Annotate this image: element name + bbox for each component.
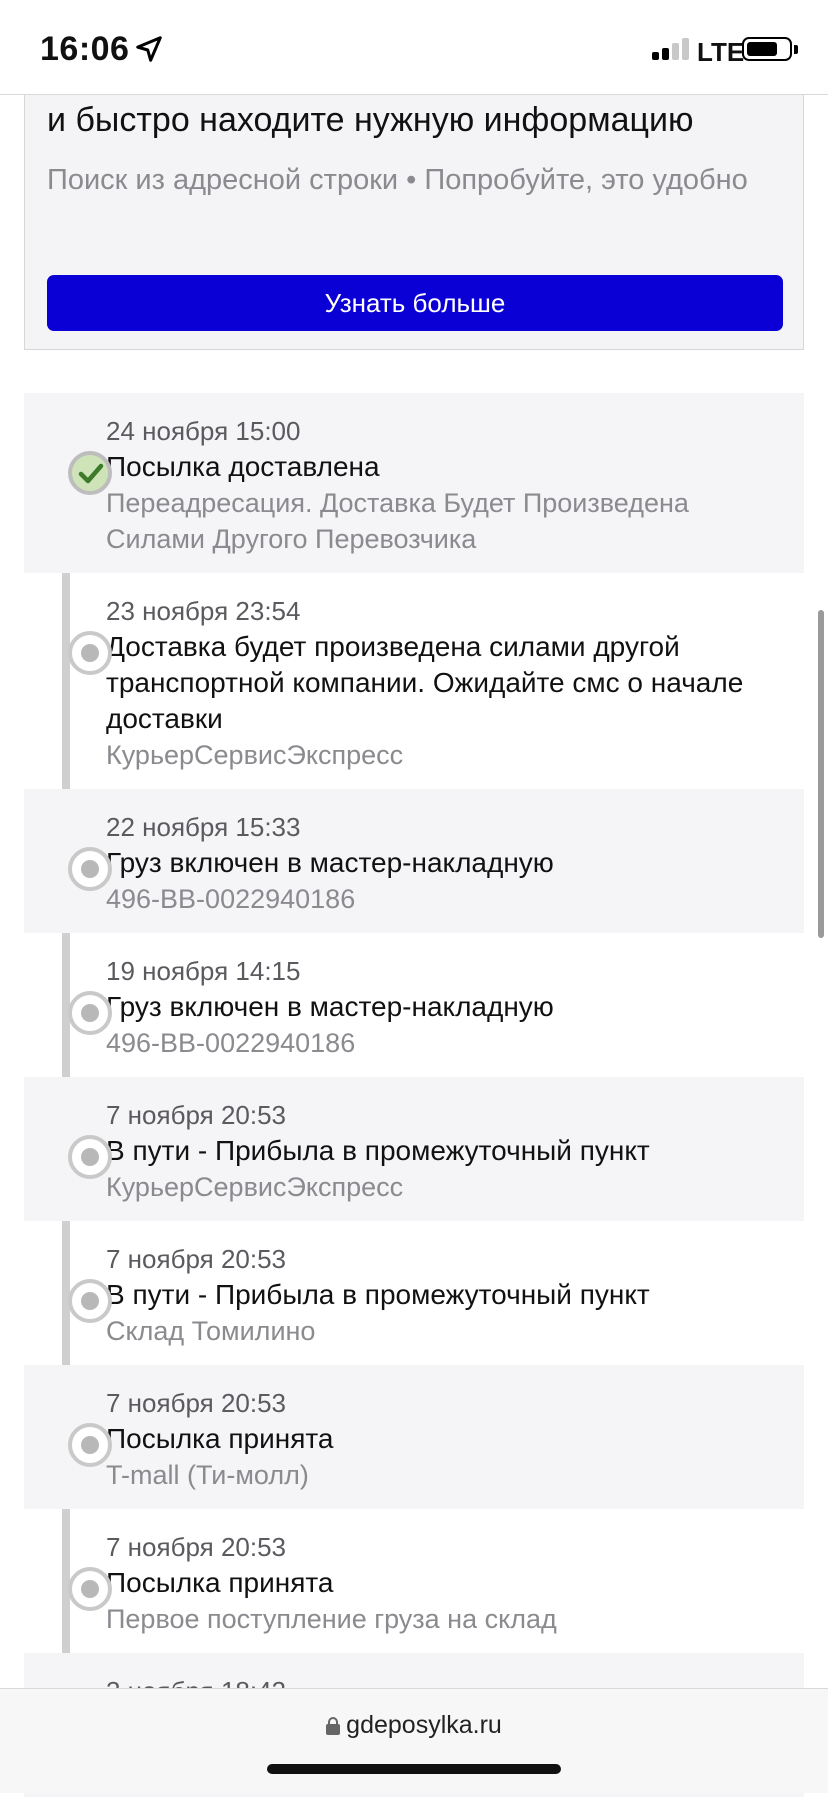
timeline-dot-icon xyxy=(68,1567,112,1611)
status-bar: 16:06 LTE xyxy=(0,0,828,95)
event-location: Склад Томилино xyxy=(106,1316,316,1346)
event-title: Посылка принята xyxy=(106,1567,334,1598)
address-bar[interactable]: gdeposylka.ru xyxy=(0,1711,828,1740)
timeline-event: 7 ноября 20:53 В пути - Прибыла в промежу… xyxy=(24,1077,804,1221)
event-location: Переадресация. Доставка Будет Произведен… xyxy=(106,488,689,554)
timeline-dot-icon xyxy=(68,1135,112,1179)
event-title: В пути - Прибыла в промежуточный пункт xyxy=(106,1135,650,1166)
battery-icon xyxy=(742,37,792,61)
timeline-event: 22 ноября 15:33 Груз включен в мастер-нак… xyxy=(24,789,804,933)
signal-icon xyxy=(652,38,692,60)
timeline-dot-icon xyxy=(68,847,112,891)
timeline-dot-icon xyxy=(68,631,112,675)
timeline-event: 23 ноября 23:54 Доставка будет произведен… xyxy=(24,573,804,789)
event-title: В пути - Прибыла в промежуточный пункт xyxy=(106,1279,650,1310)
event-location: 496-BB-0022940186 xyxy=(106,884,356,914)
url-text: gdeposylka.ru xyxy=(346,1711,502,1739)
event-date: 23 ноября 23:54 xyxy=(106,596,301,626)
event-date: 7 ноября 20:53 xyxy=(106,1100,287,1130)
event-location: КурьерСервисЭкспресс xyxy=(106,1172,404,1202)
lock-icon xyxy=(326,1717,341,1735)
event-location: Первое поступление груза на склад xyxy=(106,1604,557,1634)
network-type: LTE xyxy=(697,37,745,67)
event-date: 7 ноября 20:53 xyxy=(106,1244,287,1274)
timeline-dot-icon xyxy=(68,1423,112,1467)
timeline-dot-icon xyxy=(68,991,112,1035)
status-time: 16:06 xyxy=(40,30,130,68)
scrollbar[interactable] xyxy=(818,610,824,938)
event-title: Посылка принята xyxy=(106,1423,334,1454)
browser-bottom-bar: gdeposylka.ru xyxy=(0,1688,828,1793)
learn-more-button[interactable]: Узнать больше xyxy=(47,275,783,331)
event-location: 496-BB-0022940186 xyxy=(106,1028,356,1058)
event-title: Посылка доставлена xyxy=(106,451,380,482)
event-title: Доставка будет произведена силами другой… xyxy=(106,631,744,734)
event-date: 7 ноября 20:53 xyxy=(106,1388,287,1418)
event-date: 7 ноября 20:53 xyxy=(106,1532,287,1562)
timeline-event: 7 ноября 20:53 Посылка принята Первое пост… xyxy=(24,1509,804,1653)
event-date: 24 ноября 15:00 xyxy=(106,416,301,446)
event-date: 22 ноября 15:33 xyxy=(106,812,301,842)
event-location: T-mall (Ти-молл) xyxy=(106,1460,309,1490)
delivered-check-icon xyxy=(68,451,112,495)
timeline-event: 7 ноября 20:53 В пути - Прибыла в промежу… xyxy=(24,1221,804,1365)
timeline-event: 24 ноября 15:00 Посылка доставлена Переадр… xyxy=(24,393,804,573)
tracking-timeline: 24 ноября 15:00 Посылка доставлена Переадр… xyxy=(24,393,804,1797)
event-date: 19 ноября 14:15 xyxy=(106,956,301,986)
event-location: КурьерСервисЭкспресс xyxy=(106,740,404,770)
home-indicator[interactable] xyxy=(267,1764,561,1774)
promo-title: и быстро находите нужную информацию xyxy=(47,101,694,139)
promo-subtitle: Поиск из адресной строки • Попробуйте, э… xyxy=(47,164,748,196)
timeline-dot-icon xyxy=(68,1279,112,1323)
event-title: Груз включен в мастер-накладную xyxy=(106,847,554,878)
promo-card: и быстро находите нужную информацию Поис… xyxy=(24,60,804,350)
event-title: Груз включен в мастер-накладную xyxy=(106,991,554,1022)
location-arrow-icon xyxy=(136,36,162,62)
timeline-event: 7 ноября 20:53 Посылка принята T-mall (Ти-… xyxy=(24,1365,804,1509)
timeline-event: 19 ноября 14:15 Груз включен в мастер-нак… xyxy=(24,933,804,1077)
